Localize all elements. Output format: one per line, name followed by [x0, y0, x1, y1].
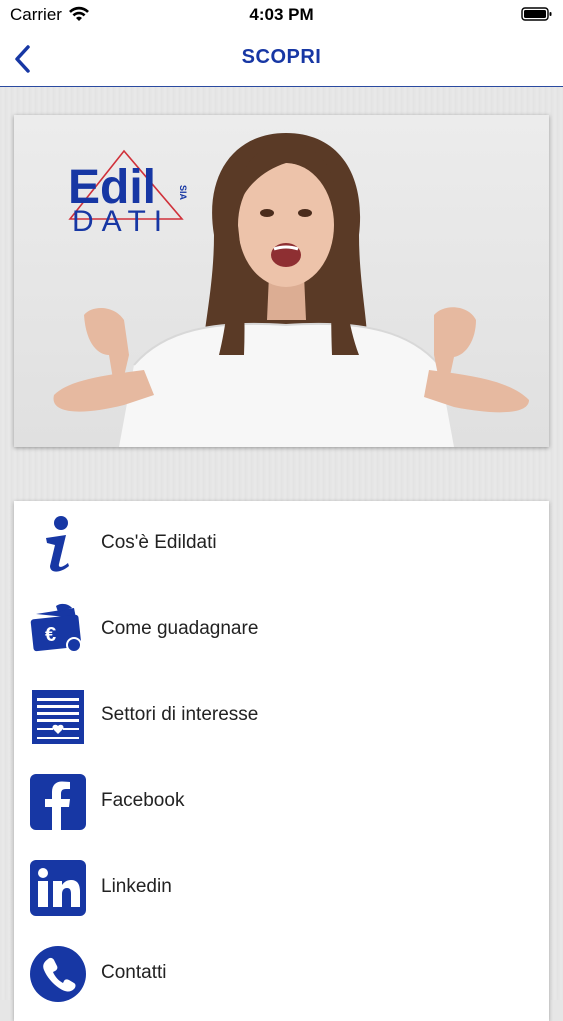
info-icon	[46, 516, 69, 572]
menu-item-label: Come guadagnare	[101, 618, 259, 639]
phone-icon	[30, 946, 86, 1002]
content-area: Edil DATI SIA Cos'è Edildati € Come guad…	[0, 87, 563, 1021]
menu-item-label: Cos'è Edildati	[101, 532, 217, 553]
menu-item-label: Settori di interesse	[101, 704, 259, 725]
svg-text:€: €	[45, 624, 56, 646]
menu-item-cos-e-edildati[interactable]: Cos'è Edildati	[14, 501, 549, 587]
menu-item-settori-di-interesse[interactable]: Settori di interesse	[14, 673, 549, 759]
status-bar: Carrier 4:03 PM	[0, 0, 563, 32]
menu-item-linkedin[interactable]: Linkedin	[14, 845, 549, 931]
clock: 4:03 PM	[249, 5, 314, 24]
menu-item-contatti[interactable]: Contatti	[14, 931, 549, 1017]
menu-item-come-guadagnare[interactable]: € Come guadagnare	[14, 587, 549, 673]
linkedin-icon	[30, 860, 86, 916]
menu-item-facebook[interactable]: Facebook	[14, 759, 549, 845]
wallet-euro-icon: €	[30, 603, 82, 653]
menu-item-label: Contatti	[101, 962, 167, 983]
navigation-bar: SCOPRI	[0, 32, 563, 87]
menu-item-label: Linkedin	[101, 876, 172, 897]
facebook-icon	[30, 774, 86, 830]
woman-pointing-photo	[53, 133, 529, 447]
battery-icon	[521, 6, 553, 27]
menu-item-label: Facebook	[101, 790, 185, 811]
menu-list: Cos'è Edildati € Come guadagnare Settori…	[14, 501, 549, 1021]
document-heart-icon	[32, 690, 84, 744]
page-title: SCOPRI	[241, 46, 322, 68]
hero-banner: Edil DATI SIA	[14, 115, 549, 447]
